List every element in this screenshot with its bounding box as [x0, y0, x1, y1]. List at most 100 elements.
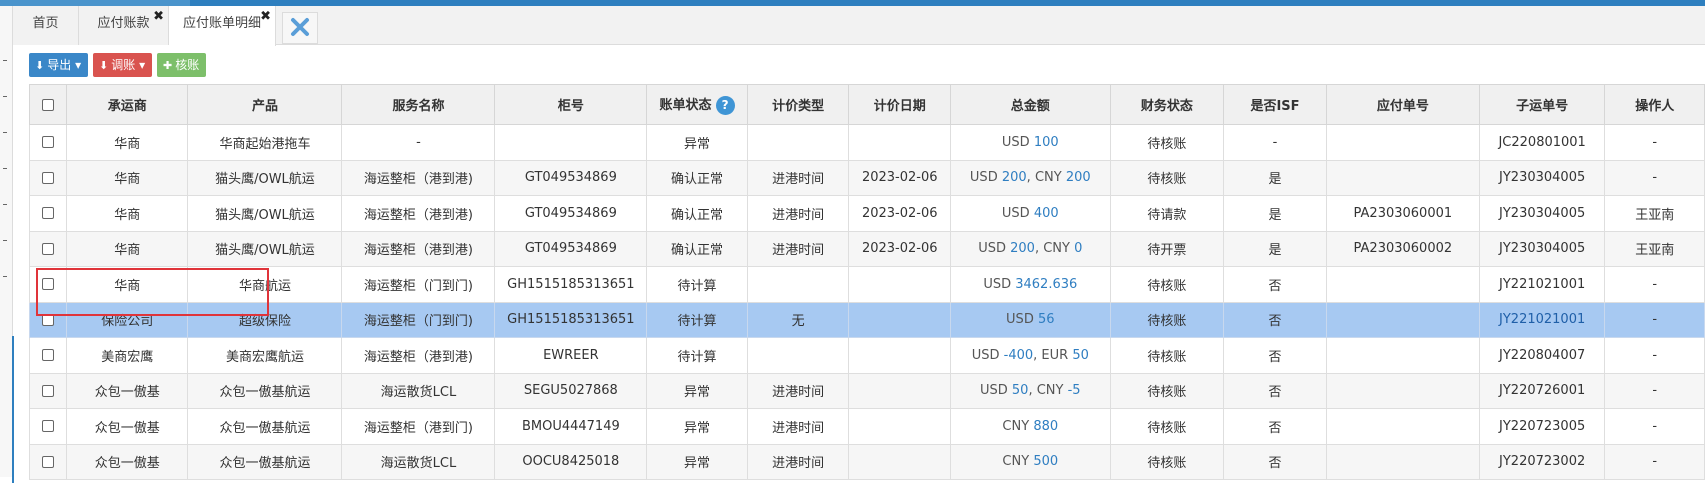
tab-payables[interactable]: 应付账款 ✖ — [79, 6, 169, 45]
row-checkbox[interactable] — [28, 408, 68, 445]
col-header[interactable]: 服务名称 — [341, 84, 496, 125]
table-header-row: 承运商 产品 服务名称 柜号 账单状态? 计价类型 计价日期 总金额 财务状态 … — [28, 84, 1705, 125]
tab-home[interactable]: 首页 — [13, 6, 79, 45]
tab-close-icon[interactable]: ✖ — [260, 10, 271, 23]
cell-payable-no — [1325, 159, 1480, 196]
select-all-checkbox[interactable] — [28, 84, 68, 125]
currency-code: CNY — [1034, 170, 1062, 186]
cell-payable-no[interactable]: PA2303060001 — [1325, 195, 1480, 232]
cell-isf: 否 — [1223, 337, 1327, 374]
cell-service: 海运散货LCL — [341, 443, 496, 480]
table-row[interactable]: 众包一傲基 众包一傲基航运 海运散货LCL SEGU5027868 异常 进港时间 USD … — [28, 372, 1705, 409]
col-header[interactable]: 总金额 — [950, 84, 1111, 125]
cell-sub-waybill[interactable]: JY220723002 — [1478, 443, 1606, 480]
cell-carrier: 众包一傲基 — [66, 372, 189, 409]
row-checkbox[interactable] — [28, 159, 68, 196]
cell-sub-waybill[interactable]: JY220726001 — [1478, 372, 1606, 409]
row-checkbox[interactable] — [28, 337, 68, 374]
cell-bill-status: 异常 — [646, 443, 748, 480]
cell-product: 众包一傲基航运 — [187, 443, 343, 480]
col-header-bill-status[interactable]: 账单状态? — [646, 84, 748, 125]
cell-pricing-date: 2023-02-06 — [848, 159, 952, 196]
collapsed-sidebar[interactable] — [0, 6, 14, 483]
cell-pricing-date — [848, 337, 952, 374]
table-row[interactable]: 众包一傲基 众包一傲基航运 海运散货LCL OOCU8425018 异常 进港时间 CNY … — [28, 443, 1705, 480]
row-checkbox[interactable] — [28, 195, 68, 232]
col-header[interactable]: 柜号 — [494, 84, 648, 125]
adjust-button[interactable]: ⬇ 调账 ▾ — [93, 53, 152, 77]
cell-pricing-date — [848, 372, 952, 409]
tab-payable-bill-detail[interactable]: 应付账单明细 ✖ — [169, 6, 276, 46]
cell-isf: 是 — [1223, 195, 1327, 232]
col-header[interactable]: 子运单号 — [1478, 84, 1606, 125]
cell-operator: - — [1604, 266, 1705, 303]
cell-product: 猫头鹰/OWL航运 — [187, 230, 343, 267]
cell-operator: 王亚南 — [1604, 195, 1705, 232]
cell-amount: USD 400 — [950, 195, 1111, 232]
cell-container: GH1515185313651 — [494, 266, 648, 303]
cell-pricing-type — [746, 266, 850, 303]
row-checkbox[interactable] — [28, 266, 68, 303]
cell-sub-waybill[interactable]: JY220804007 — [1478, 337, 1606, 374]
table-row[interactable]: 华商 猫头鹰/OWL航运 海运整柜（港到港) GT049534869 确认正常 进港时间 2… — [28, 195, 1705, 232]
col-header[interactable]: 产品 — [187, 84, 343, 125]
table-row[interactable]: 众包一傲基 众包一傲基航运 海运整柜（港到门) BMOU4447149 异常 进港时间 CN… — [28, 408, 1705, 445]
close-all-tabs-button[interactable] — [282, 12, 318, 44]
export-button[interactable]: ⬇ 导出 ▾ — [29, 53, 88, 77]
cell-bill-status: 确认正常 — [646, 230, 748, 267]
cell-container: GT049534869 — [494, 159, 648, 196]
cell-pricing-date: 2023-02-06 — [848, 230, 952, 267]
table-row[interactable]: 保险公司 超级保险 海运整柜（门到门) GH1515185313651 待计算无 USD … — [28, 301, 1705, 338]
cell-payable-no — [1325, 372, 1480, 409]
cell-sub-waybill[interactable]: JY230304005 — [1478, 159, 1606, 196]
col-header[interactable]: 计价日期 — [848, 84, 952, 125]
currency-code: USD — [1006, 312, 1034, 328]
cell-sub-waybill[interactable]: JY220723005 — [1478, 408, 1606, 445]
col-header[interactable]: 操作人 — [1604, 84, 1705, 125]
table-row[interactable]: 华商 猫头鹰/OWL航运 海运整柜（港到港) GT049534869 确认正常 进港时间 2… — [28, 159, 1705, 196]
cell-amount: CNY 500 — [950, 443, 1111, 480]
col-header[interactable]: 财务状态 — [1109, 84, 1225, 125]
tab-close-icon[interactable]: ✖ — [153, 10, 164, 23]
col-header[interactable]: 计价类型 — [746, 84, 850, 125]
verify-button[interactable]: ✚ 核账 — [157, 53, 206, 77]
row-checkbox[interactable] — [28, 301, 68, 338]
help-icon[interactable]: ? — [715, 96, 735, 115]
cell-service: 海运整柜（港到港) — [341, 159, 496, 196]
cell-isf: - — [1223, 124, 1327, 161]
cell-product: 超级保险 — [187, 301, 343, 338]
table-row[interactable]: 华商 华商航运 海运整柜（门到门) GH1515185313651 待计算 USD 346… — [28, 266, 1705, 303]
cell-payable-no — [1325, 408, 1480, 445]
cell-isf: 否 — [1223, 443, 1327, 480]
amount-value: 100 — [1033, 134, 1059, 150]
row-checkbox[interactable] — [28, 230, 68, 267]
cell-sub-waybill[interactable]: JC220801001 — [1478, 124, 1606, 161]
tab-label: 首页 — [32, 16, 59, 31]
cell-sub-waybill[interactable]: JY221021001 — [1478, 301, 1606, 338]
table-row[interactable]: 美商宏鹰 美商宏鹰航运 海运整柜（港到港) EWREER 待计算 USD -400, EU… — [28, 337, 1705, 374]
cell-isf: 是 — [1223, 230, 1327, 267]
row-checkbox[interactable] — [28, 124, 68, 161]
table-row[interactable]: 华商 猫头鹰/OWL航运 海运整柜（港到港) GT049534869 确认正常 进港时间 2… — [28, 230, 1705, 267]
amount-value: -5 — [1067, 383, 1081, 399]
row-checkbox[interactable] — [28, 443, 68, 480]
col-header[interactable]: 是否ISF — [1223, 84, 1327, 125]
cell-container — [494, 124, 648, 161]
cell-pricing-type: 进港时间 — [746, 408, 850, 445]
cell-pricing-date — [848, 408, 952, 445]
col-header[interactable]: 应付单号 — [1325, 84, 1480, 125]
currency-code: USD — [983, 276, 1012, 292]
cell-sub-waybill[interactable]: JY230304005 — [1478, 230, 1606, 267]
cell-operator: - — [1604, 159, 1705, 196]
cell-sub-waybill[interactable]: JY221021001 — [1478, 266, 1606, 303]
cell-carrier: 美商宏鹰 — [66, 337, 189, 374]
cell-finance-status: 待核账 — [1109, 408, 1225, 445]
cell-carrier: 华商 — [66, 195, 189, 232]
cell-payable-no[interactable]: PA2303060002 — [1325, 230, 1480, 267]
cell-amount: USD 50, CNY -5 — [950, 372, 1111, 409]
col-header[interactable]: 承运商 — [66, 84, 189, 125]
cell-product: 猫头鹰/OWL航运 — [187, 195, 343, 232]
cell-sub-waybill[interactable]: JY230304005 — [1478, 195, 1606, 232]
row-checkbox[interactable] — [28, 372, 68, 409]
table-row[interactable]: 华商 华商起始港拖车 - 异常 USD 100 待核账 - JC220801001- — [28, 124, 1705, 161]
